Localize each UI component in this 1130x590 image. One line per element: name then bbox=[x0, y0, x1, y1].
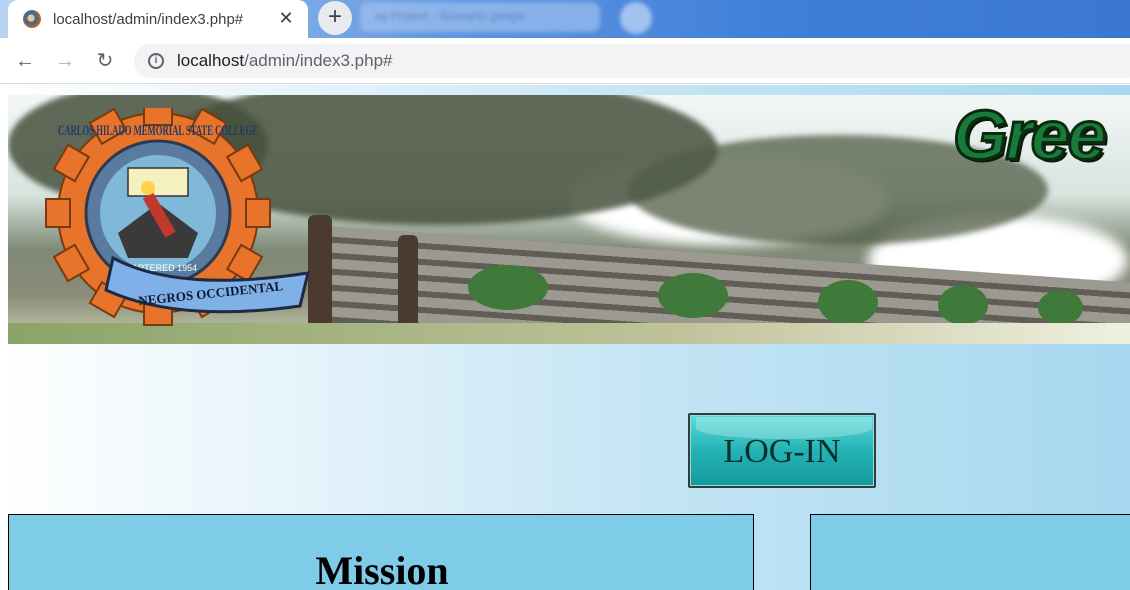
reload-icon[interactable]: ↻ bbox=[92, 48, 118, 74]
mission-panel: Mission bbox=[8, 514, 754, 590]
address-bar[interactable]: i localhost/admin/index3.php# bbox=[134, 44, 1130, 78]
seal-top-text: CARLOS HILADO MEMORIAL STATE COLLEGE bbox=[58, 123, 258, 139]
login-button-label: LOG-IN bbox=[723, 433, 841, 470]
tab-strip: ay Project · Scenario google localhost/a… bbox=[0, 0, 1130, 38]
back-arrow-icon[interactable]: ← bbox=[12, 48, 38, 74]
college-seal-logo: CARLOS HILADO MEMORIAL STATE COLLEGE CHA… bbox=[45, 108, 310, 326]
shrub bbox=[1038, 290, 1083, 325]
header-banner: CARLOS HILADO MEMORIAL STATE COLLEGE CHA… bbox=[8, 95, 1130, 344]
shrub bbox=[818, 280, 878, 325]
login-button[interactable]: LOG-IN bbox=[688, 413, 876, 488]
background-tab-icon[interactable] bbox=[620, 2, 652, 34]
url-path: /admin/index3.php# bbox=[244, 51, 393, 70]
new-tab-button[interactable]: + bbox=[318, 1, 352, 35]
mission-heading: Mission bbox=[315, 548, 449, 590]
vision-panel bbox=[810, 514, 1130, 590]
active-tab[interactable]: localhost/admin/index3.php# ✕ bbox=[8, 0, 308, 38]
info-icon[interactable]: i bbox=[148, 53, 164, 69]
tab-title: localhost/admin/index3.php# bbox=[53, 10, 244, 28]
page-content: CARLOS HILADO MEMORIAL STATE COLLEGE CHA… bbox=[0, 85, 1130, 590]
browser-toolbar: ← → ↻ i localhost/admin/index3.php# bbox=[0, 38, 1130, 84]
close-icon[interactable]: ✕ bbox=[276, 8, 296, 28]
forward-arrow-icon[interactable]: → bbox=[52, 48, 78, 74]
url-host: localhost bbox=[177, 51, 245, 70]
url-text[interactable]: localhost/admin/index3.php# bbox=[177, 51, 393, 71]
shrub bbox=[938, 285, 988, 325]
shrub bbox=[468, 265, 548, 310]
background-tab-text: ay Project · Scenario google bbox=[375, 9, 526, 23]
shrub bbox=[658, 273, 728, 318]
banner-title: Gree bbox=[952, 95, 1109, 176]
college-seal-icon bbox=[23, 10, 41, 28]
